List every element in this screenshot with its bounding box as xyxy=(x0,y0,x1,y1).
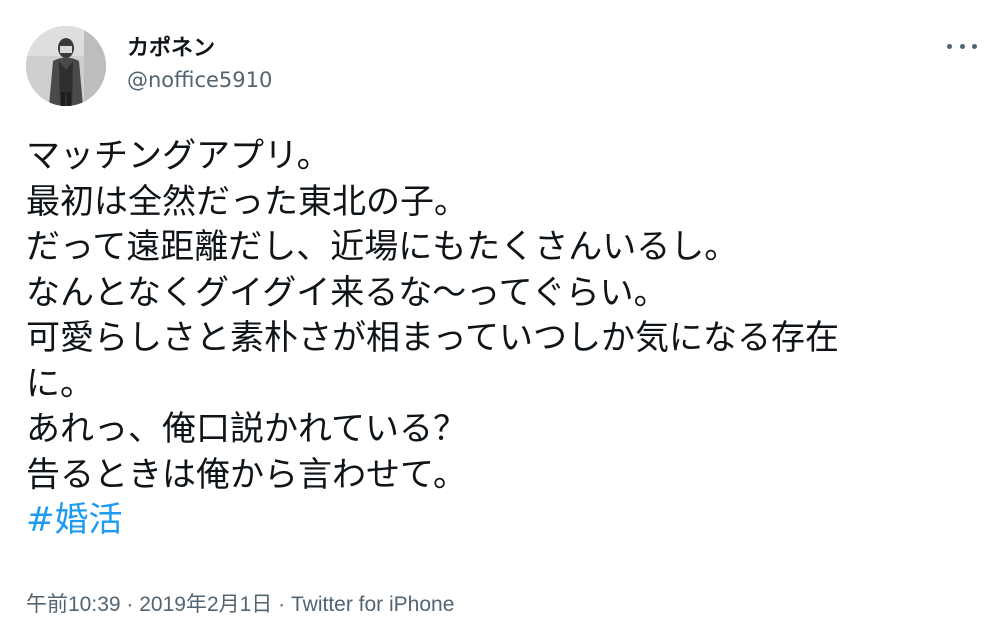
tweet-line: マッチングアプリ。 xyxy=(26,136,331,176)
tweet-line: 最初は全然だった東北の子。 xyxy=(26,181,468,222)
tweet-line: 告るときは俺から言わせて。 xyxy=(26,454,467,495)
user-handle[interactable]: @noffice5910 xyxy=(127,68,272,92)
tweet-date-link[interactable]: 2019年2月1日 xyxy=(139,593,272,616)
separator: · xyxy=(120,593,140,616)
tweet-text: マッチングアプリ。 最初は全然だった東北の子。 だって遠距離だし、近場にもたくさ… xyxy=(26,134,971,544)
display-name[interactable]: カポネン xyxy=(127,30,215,62)
tweet-line: なんとなくグイグイ来るな〜ってぐらい。 xyxy=(26,272,668,313)
tweet-time-link[interactable]: 午前10:39 xyxy=(26,593,121,616)
tweet-line: 可愛らしさと素朴さが相まっていつしか気になる存在 xyxy=(26,318,839,358)
profile-photo-icon xyxy=(26,26,106,106)
tweet-line: に。 xyxy=(26,363,94,404)
more-horizontal-icon[interactable] xyxy=(947,36,977,56)
tweet-line: だって遠距離だし、近場にもたくさんいるし。 xyxy=(26,227,739,267)
avatar[interactable] xyxy=(26,26,106,106)
hashtag-link[interactable]: #婚活 xyxy=(26,500,123,540)
tweet-metadata: 午前10:39 · 2019年2月1日 · Twitter for iPhone xyxy=(26,588,454,618)
dot-icon xyxy=(959,43,965,49)
dot-icon xyxy=(947,43,952,49)
dot-icon xyxy=(972,43,977,49)
separator: · xyxy=(272,593,291,616)
tweet-line: あれっ、俺口説かれている？ xyxy=(26,409,467,449)
tweet-source-link[interactable]: Twitter for iPhone xyxy=(291,593,454,616)
tweet-card: カポネン @noffice5910 マッチングアプリ。 最初は全然だった東北の子… xyxy=(0,0,1003,625)
